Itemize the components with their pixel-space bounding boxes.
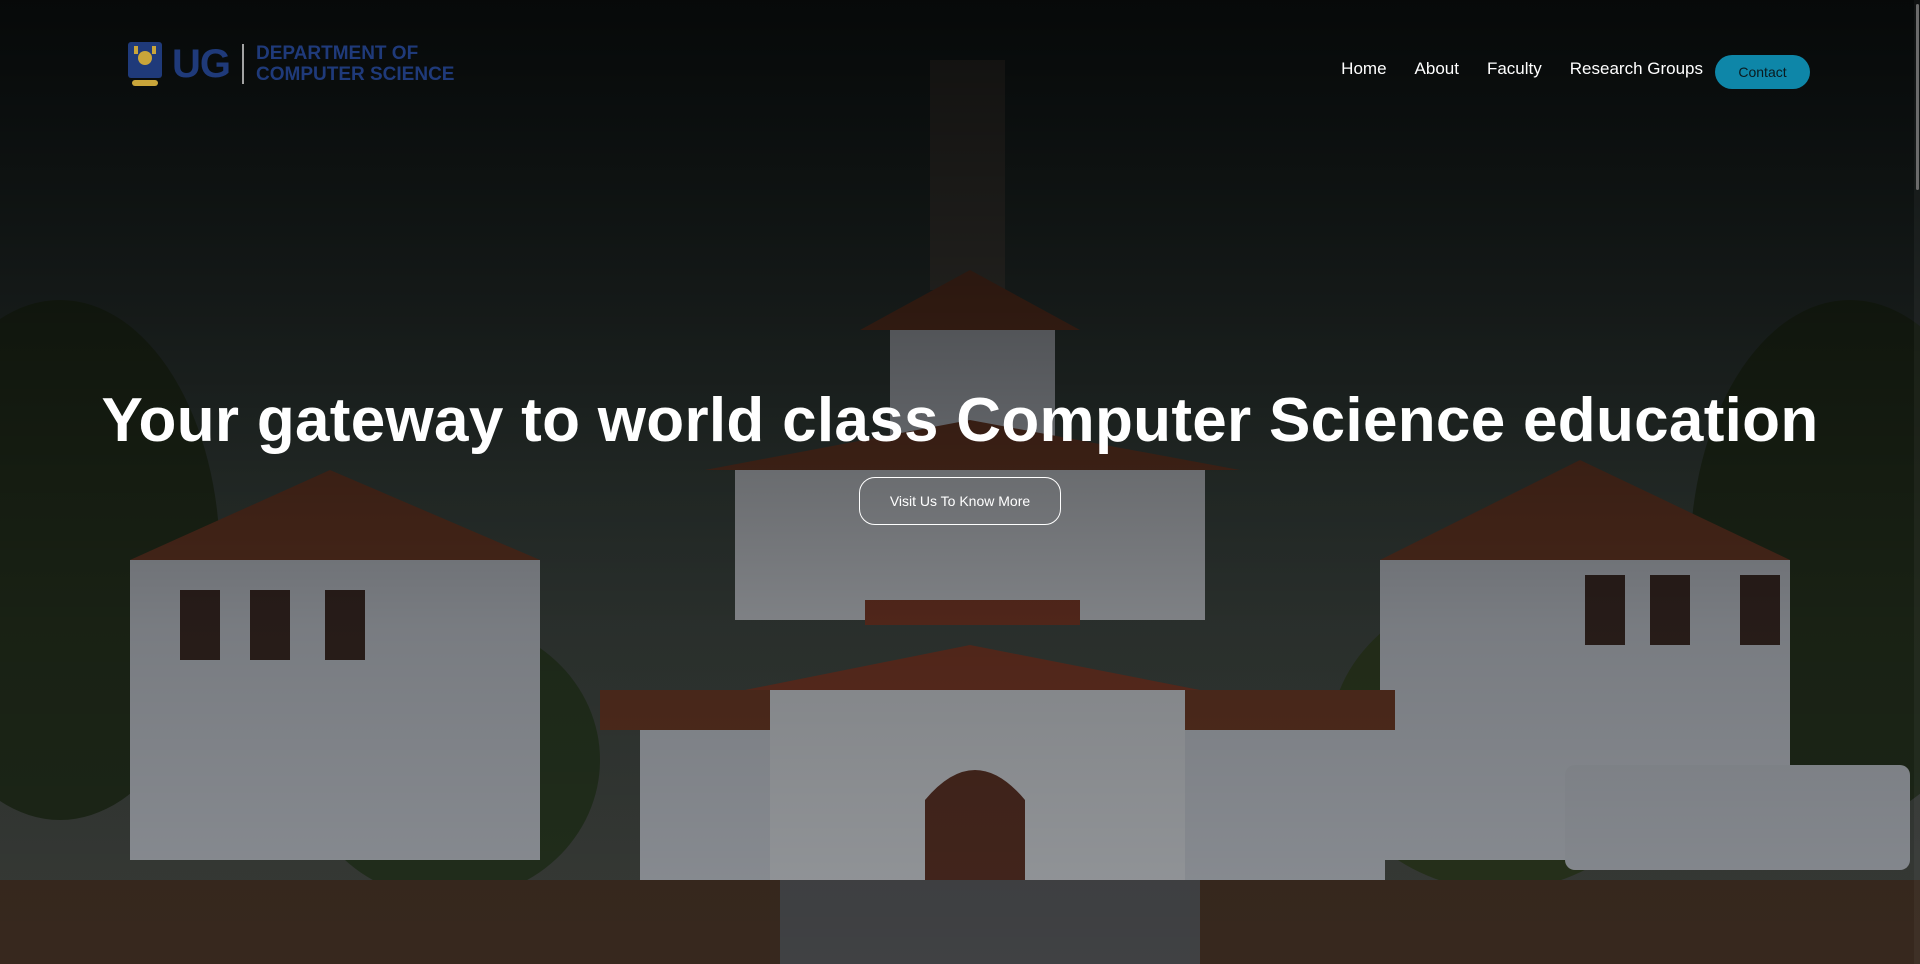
site-logo-link[interactable]: UG DEPARTMENT OF COMPUTER SCIENCE xyxy=(126,40,454,88)
logo-divider xyxy=(242,44,244,84)
department-name: DEPARTMENT OF COMPUTER SCIENCE xyxy=(256,43,454,85)
logo-ug-text: UG xyxy=(172,41,231,86)
university-crest-icon xyxy=(128,42,162,86)
department-name-line1: DEPARTMENT OF xyxy=(256,43,419,64)
nav-link-research-groups[interactable]: Research Groups xyxy=(1570,59,1703,79)
hero-headline: Your gateway to world class Computer Sci… xyxy=(101,386,1819,455)
visit-us-button[interactable]: Visit Us To Know More xyxy=(859,477,1061,525)
nav-link-about[interactable]: About xyxy=(1415,59,1459,79)
department-name-line2: COMPUTER SCIENCE xyxy=(256,64,455,85)
top-navbar: UG DEPARTMENT OF COMPUTER SCIENCE Home A… xyxy=(0,0,1920,120)
main-navigation: Home About Faculty Research Groups Conta… xyxy=(1341,49,1810,89)
nav-link-faculty[interactable]: Faculty xyxy=(1487,59,1542,79)
scrollbar-track[interactable] xyxy=(1914,0,1920,964)
contact-button[interactable]: Contact xyxy=(1715,55,1810,89)
nav-link-home[interactable]: Home xyxy=(1341,59,1386,79)
